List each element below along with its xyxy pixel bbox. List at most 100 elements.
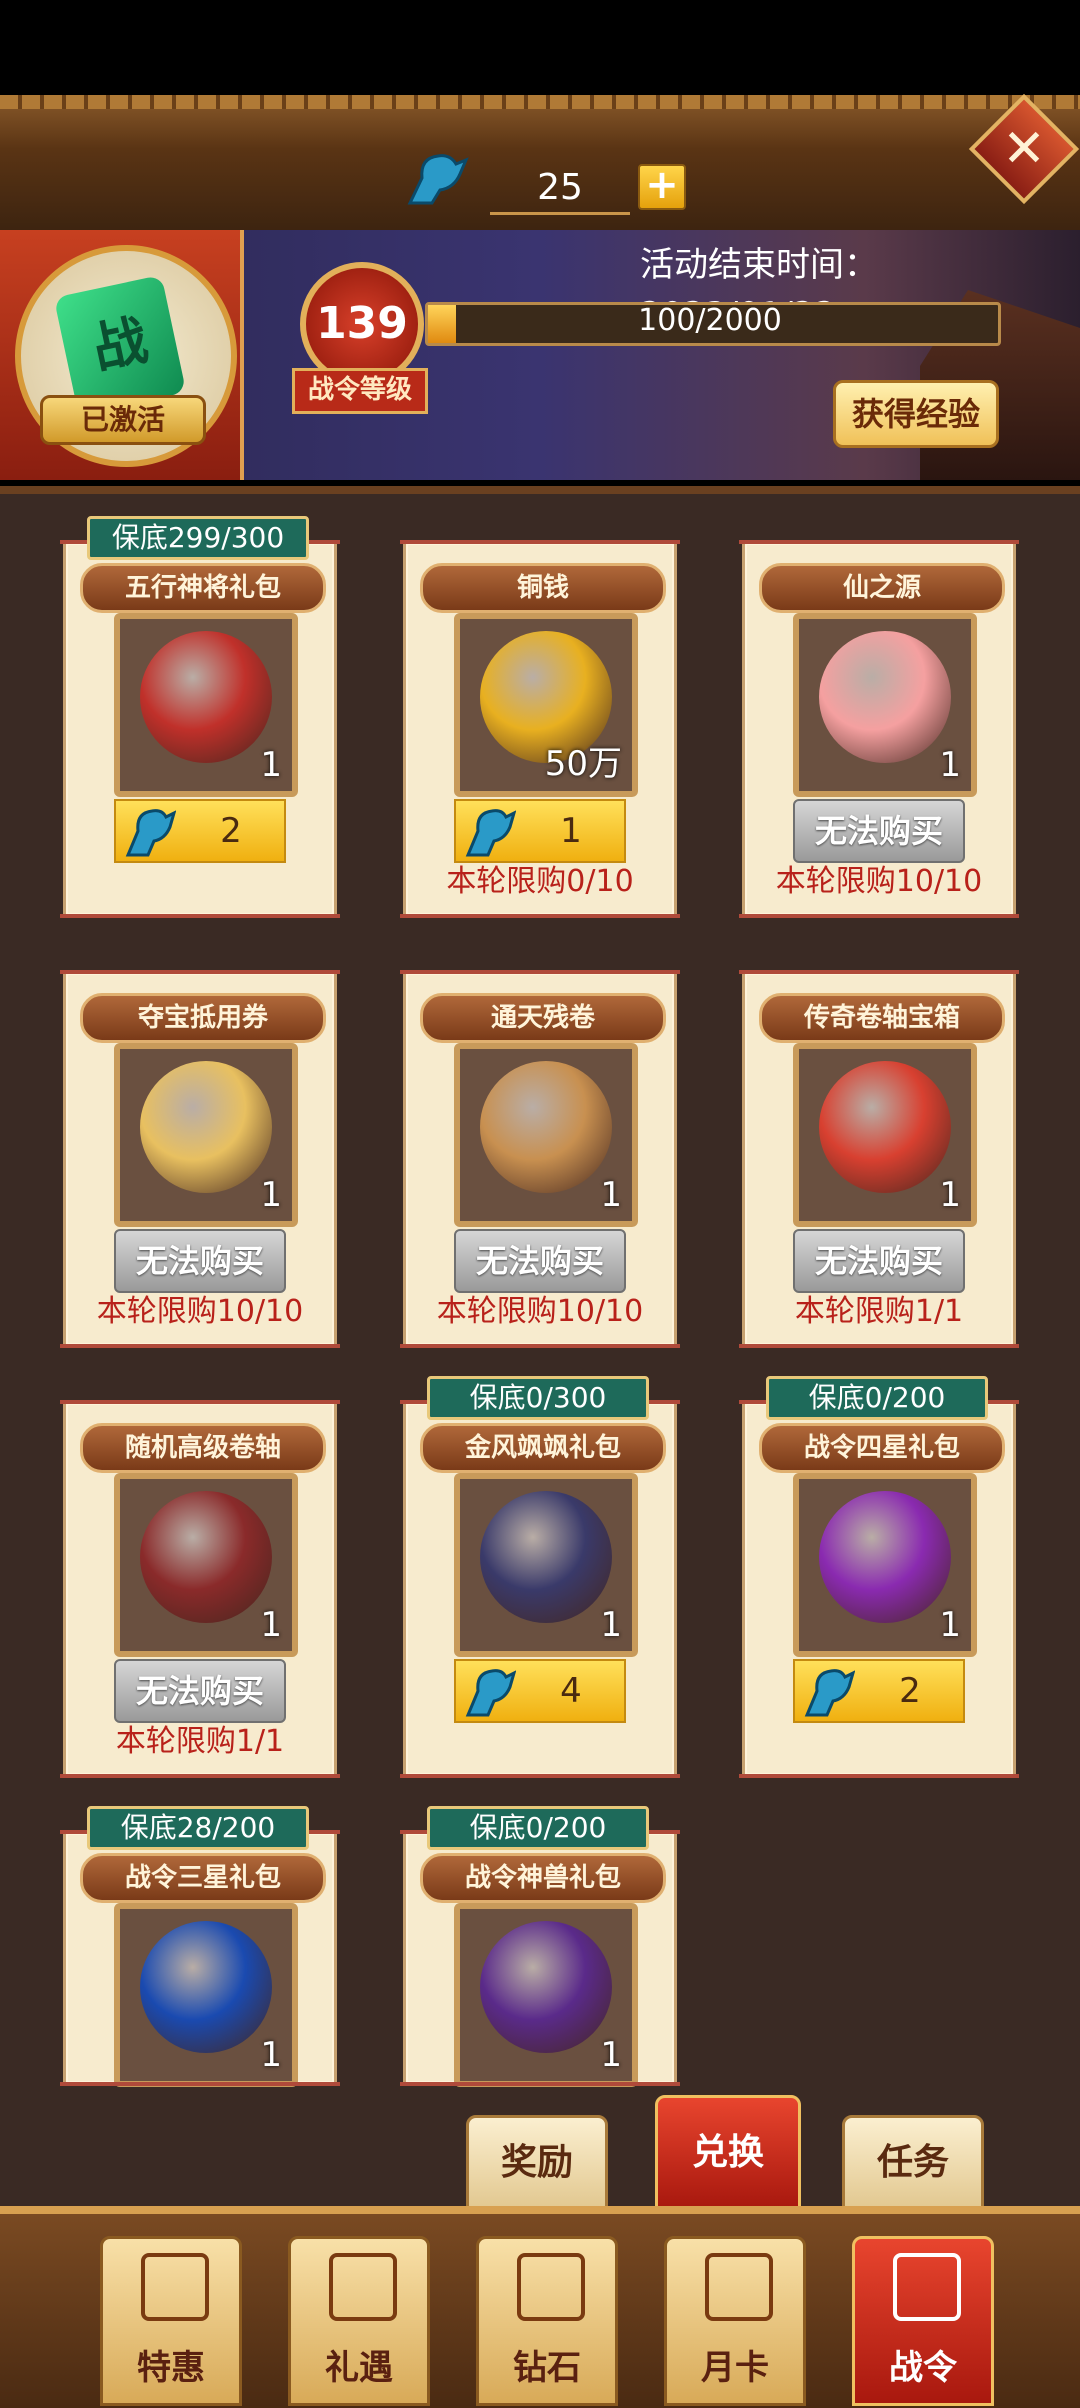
price-value: 2 bbox=[220, 811, 242, 851]
purchase-limit: 本轮限购1/1 bbox=[115, 1724, 285, 1759]
add-currency-button[interactable]: + bbox=[638, 164, 686, 210]
xp-progress-text: 100/2000 bbox=[638, 303, 782, 338]
item-icon bbox=[140, 1491, 272, 1623]
item-icon bbox=[819, 1491, 951, 1623]
price-value: 2 bbox=[899, 1671, 921, 1711]
cannot-buy-button[interactable]: 无法购买 bbox=[793, 1229, 965, 1293]
horse-token-icon bbox=[407, 154, 469, 205]
item-icon-frame: 1 bbox=[454, 1043, 638, 1227]
item-quantity: 1 bbox=[600, 1605, 622, 1645]
item-icon-frame: 1 bbox=[114, 1043, 298, 1227]
activated-label: 已激活 bbox=[40, 395, 206, 445]
item-icon-frame: 1 bbox=[454, 1903, 638, 2087]
item-icon bbox=[140, 1061, 272, 1193]
item-name: 战令三星礼包 bbox=[80, 1853, 326, 1903]
item-icon bbox=[140, 631, 272, 763]
item-quantity: 1 bbox=[939, 745, 961, 785]
nav-battle-pass[interactable]: 战令 bbox=[852, 2236, 994, 2406]
item-icon-frame: 50万 bbox=[454, 613, 638, 797]
shop-item-card[interactable]: 铜钱 50万 1 本轮限购0/10 bbox=[400, 540, 680, 918]
close-icon: ✕ bbox=[1002, 119, 1046, 179]
item-name: 随机高级卷轴 bbox=[80, 1423, 326, 1473]
item-name: 仙之源 bbox=[759, 563, 1005, 613]
tab-rewards[interactable]: 奖励 bbox=[466, 2115, 608, 2211]
currency-value: 25 bbox=[490, 164, 630, 215]
horse-token-icon bbox=[804, 1669, 855, 1717]
item-icon-frame: 1 bbox=[454, 1473, 638, 1657]
item-name: 传奇卷轴宝箱 bbox=[759, 993, 1005, 1043]
item-quantity: 1 bbox=[260, 745, 282, 785]
item-name: 金风飒飒礼包 bbox=[420, 1423, 666, 1473]
item-quantity: 1 bbox=[600, 1175, 622, 1215]
item-icon-frame: 1 bbox=[793, 1043, 977, 1227]
horse-token-icon bbox=[125, 809, 176, 857]
item-quantity: 1 bbox=[939, 1175, 961, 1215]
item-icon-frame: 1 bbox=[114, 613, 298, 797]
pass-icon bbox=[893, 2253, 961, 2321]
item-quantity: 1 bbox=[260, 1175, 282, 1215]
nav-special-offer[interactable]: 特惠 bbox=[100, 2236, 242, 2406]
price-value: 1 bbox=[560, 811, 582, 851]
shop-item-card[interactable]: 传奇卷轴宝箱 1 无法购买 本轮限购1/1 bbox=[739, 970, 1019, 1348]
guarantee-badge: 保底299/300 bbox=[87, 516, 309, 560]
purchase-limit: 本轮限购10/10 bbox=[775, 864, 983, 899]
item-icon bbox=[480, 1061, 612, 1193]
guarantee-badge: 保底0/200 bbox=[427, 1806, 649, 1850]
item-name: 夺宝抵用券 bbox=[80, 993, 326, 1043]
gift-icon bbox=[141, 2253, 209, 2321]
event-end-time: 活动结束时间：2023/01/22 bbox=[640, 245, 878, 335]
shop-item-card[interactable]: 仙之源 1 无法购买 本轮限购10/10 bbox=[739, 540, 1019, 918]
shop-item-card[interactable]: 金风飒飒礼包 1 4 bbox=[400, 1400, 680, 1778]
item-icon-frame: 1 bbox=[114, 1473, 298, 1657]
buy-button[interactable]: 2 bbox=[114, 799, 286, 863]
tab-exchange[interactable]: 兑换 bbox=[655, 2095, 801, 2211]
guarantee-badge: 保底28/200 bbox=[87, 1806, 309, 1850]
item-icon-frame: 1 bbox=[114, 1903, 298, 2087]
item-icon bbox=[819, 631, 951, 763]
purchase-limit: 本轮限购10/10 bbox=[436, 1294, 644, 1329]
cannot-buy-button[interactable]: 无法购买 bbox=[454, 1229, 626, 1293]
price-value: 4 bbox=[560, 1671, 582, 1711]
buy-button[interactable]: 2 bbox=[793, 1659, 965, 1723]
buy-button[interactable]: 4 bbox=[454, 1659, 626, 1723]
shop-item-card[interactable]: 通天残卷 1 无法购买 本轮限购10/10 bbox=[400, 970, 680, 1348]
item-icon bbox=[480, 1921, 612, 2053]
cannot-buy-button[interactable]: 无法购买 bbox=[793, 799, 965, 863]
item-quantity: 50万 bbox=[544, 744, 622, 784]
calendar-icon bbox=[705, 2253, 773, 2321]
horse-token-icon bbox=[465, 809, 516, 857]
shop-item-card[interactable]: 战令四星礼包 1 2 bbox=[739, 1400, 1019, 1778]
status-bar-area bbox=[0, 0, 1080, 95]
item-name: 铜钱 bbox=[420, 563, 666, 613]
item-quantity: 1 bbox=[260, 1605, 282, 1645]
guarantee-badge: 保底0/300 bbox=[427, 1376, 649, 1420]
item-quantity: 1 bbox=[600, 2035, 622, 2075]
cannot-buy-button[interactable]: 无法购买 bbox=[114, 1659, 286, 1723]
item-icon bbox=[819, 1061, 951, 1193]
shop-item-card[interactable]: 战令三星礼包 1 bbox=[60, 1830, 340, 2087]
shop-item-card[interactable]: 随机高级卷轴 1 无法购买 本轮限购1/1 bbox=[60, 1400, 340, 1778]
item-quantity: 1 bbox=[260, 2035, 282, 2075]
shop-item-card[interactable]: 夺宝抵用券 1 无法购买 本轮限购10/10 bbox=[60, 970, 340, 1348]
shop-item-card[interactable]: 五行神将礼包 1 2 bbox=[60, 540, 340, 918]
nav-diamonds[interactable]: 钻石 bbox=[476, 2236, 618, 2406]
purchase-limit: 本轮限购0/10 bbox=[446, 864, 634, 899]
purchase-limit: 本轮限购10/10 bbox=[96, 1294, 304, 1329]
buy-button[interactable]: 1 bbox=[454, 799, 626, 863]
item-icon bbox=[480, 1491, 612, 1623]
guarantee-badge: 保底0/200 bbox=[766, 1376, 988, 1420]
gain-xp-button[interactable]: 获得经验 bbox=[833, 380, 999, 448]
item-icon-frame: 1 bbox=[793, 613, 977, 797]
nav-gifts[interactable]: 礼遇 bbox=[288, 2236, 430, 2406]
cannot-buy-button[interactable]: 无法购买 bbox=[114, 1229, 286, 1293]
shop-item-card[interactable]: 战令神兽礼包 1 bbox=[400, 1830, 680, 2087]
item-name: 通天残卷 bbox=[420, 993, 666, 1043]
item-name: 五行神将礼包 bbox=[80, 563, 326, 613]
nav-monthly-card[interactable]: 月卡 bbox=[664, 2236, 806, 2406]
item-icon-frame: 1 bbox=[793, 1473, 977, 1657]
item-name: 战令神兽礼包 bbox=[420, 1853, 666, 1903]
purchase-limit: 本轮限购1/1 bbox=[794, 1294, 964, 1329]
item-icon bbox=[140, 1921, 272, 2053]
shop-tabs: 奖励 兑换 任务 bbox=[0, 2095, 1080, 2215]
tab-tasks[interactable]: 任务 bbox=[842, 2115, 984, 2211]
